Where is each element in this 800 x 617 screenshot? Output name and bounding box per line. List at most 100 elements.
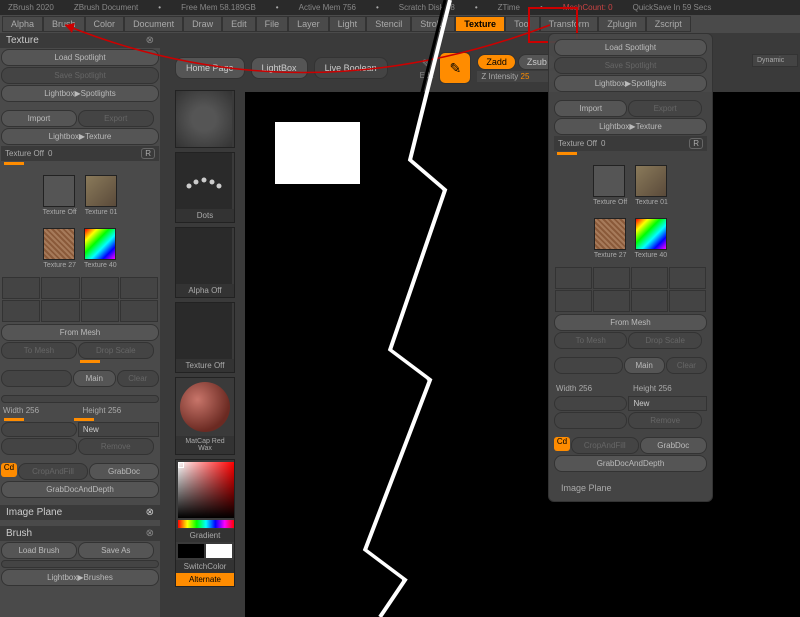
strip-colorpicker[interactable]: Gradient SwitchColor Alternate [175,459,235,587]
popup-load-spotlight[interactable]: Load Spotlight [554,39,707,56]
popup-grabdoc[interactable]: GrabDoc [640,437,708,454]
popup-export[interactable]: Export [628,100,701,117]
save-as-button[interactable]: Save As [78,542,154,559]
tool-icon-2[interactable] [41,277,79,299]
tool-icon-1[interactable] [2,277,40,299]
popup-swatch-27[interactable] [594,218,626,250]
grad-button[interactable] [1,370,72,387]
popup-import[interactable]: Import [554,100,627,117]
strip-alpha[interactable]: Alpha Off [175,227,235,298]
swatch-texture-40[interactable] [84,228,116,260]
edit-button[interactable]: Edit [420,71,434,80]
popup-tool-1[interactable] [555,267,592,289]
texture-off-slider[interactable]: Texture Off 0 R [1,146,159,161]
clone-button[interactable] [1,422,77,437]
to-mesh-button[interactable]: To Mesh [1,342,77,359]
swatch-texture-01[interactable] [85,175,117,207]
close-icon[interactable]: ⊗ [146,35,154,46]
menu-draw[interactable]: Draw [183,16,222,32]
palette-colors-button[interactable] [1,395,159,403]
menu-layer[interactable]: Layer [288,16,329,32]
popup-from-mesh[interactable]: From Mesh [554,314,707,331]
swatch-texture-off[interactable] [43,175,75,207]
drop-scale-button[interactable]: Drop Scale [78,342,154,359]
save-spotlight-button[interactable]: Save Spotlight [1,67,159,84]
menu-stroke[interactable]: Stroke [411,16,455,32]
tool-icon-3[interactable] [81,277,119,299]
tool-icon-8[interactable] [120,300,158,322]
menu-transform[interactable]: Transform [540,16,599,32]
lightbox-spotlights-button[interactable]: Lightbox▶Spotlights [1,85,159,102]
image-plane-header[interactable]: Image Plane ⊗ [0,505,160,520]
popup-grabdocdepth[interactable]: GrabDocAndDepth [554,455,707,472]
popup-tool-3[interactable] [631,267,668,289]
menu-stencil[interactable]: Stencil [366,16,411,32]
black-swatch[interactable] [178,544,204,558]
tool-icon-7[interactable] [81,300,119,322]
popup-swatch-off[interactable] [593,165,625,197]
popup-lightbox-texture[interactable]: Lightbox▶Texture [554,118,707,135]
menu-texture[interactable]: Texture [455,16,505,32]
tool-icon-5[interactable] [2,300,40,322]
menu-light[interactable]: Light [329,16,367,32]
popup-tool-8[interactable] [669,290,706,312]
canvas[interactable] [245,92,800,617]
from-mesh-button[interactable]: From Mesh [1,324,159,341]
swatch-texture-27[interactable] [43,228,75,260]
popup-save-spotlight[interactable]: Save Spotlight [554,57,707,74]
popup-tool-5[interactable] [555,290,592,312]
cropandfill-button[interactable]: CropAndFill [18,463,88,480]
popup-tool-2[interactable] [593,267,630,289]
zadd-button[interactable]: Zadd [477,54,516,70]
menu-color[interactable]: Color [85,16,125,32]
popup-clear[interactable]: Clear [666,357,707,374]
popup-tool-6[interactable] [593,290,630,312]
tool-icon-6[interactable] [41,300,79,322]
new-button[interactable]: New [78,422,159,437]
popup-texture-off-slider[interactable]: Texture Off 0 R [554,136,707,151]
menu-file[interactable]: File [256,16,289,32]
menu-zscript[interactable]: Zscript [646,16,691,32]
popup-cd[interactable]: Cd [554,437,570,451]
popup-tool-7[interactable] [631,290,668,312]
live-boolean-button[interactable]: Live Boolean [314,57,388,79]
menu-alpha[interactable]: Alpha [2,16,43,32]
alternate-button[interactable]: Alternate [176,573,234,586]
clear-button[interactable]: Clear [117,370,160,387]
lightbox-texture-button[interactable]: Lightbox▶Texture [1,128,159,145]
tool-icon-4[interactable] [120,277,158,299]
load-brush-button[interactable]: Load Brush [1,542,77,559]
strip-dots[interactable]: Dots [175,152,235,223]
popup-swatch-40[interactable] [635,218,667,250]
popup-drop-scale[interactable]: Drop Scale [628,332,701,349]
menu-edit[interactable]: Edit [222,16,256,32]
popup-main[interactable]: Main [624,357,665,374]
home-page-button[interactable]: Home Page [175,57,245,79]
main-button[interactable]: Main [73,370,116,387]
lightbox-brushes-button[interactable]: Lightbox▶Brushes [1,569,159,586]
reset-icon[interactable]: R [141,148,155,159]
remove-button[interactable]: Remove [78,438,154,455]
brush-slot[interactable] [1,560,159,568]
strip-texture[interactable]: Texture Off [175,302,235,373]
makealpha-button[interactable] [1,438,77,455]
menu-tool[interactable]: Tool [505,16,540,32]
white-swatch[interactable] [206,544,232,558]
menu-document[interactable]: Document [124,16,183,32]
close-icon[interactable]: ⊗ [146,528,154,539]
grabdocdepth-button[interactable]: GrabDocAndDepth [1,481,159,498]
menu-zplugin[interactable]: Zplugin [598,16,646,32]
strip-matcap[interactable]: MatCap Red Wax [175,377,235,455]
expand-icon[interactable]: ⊗ [146,507,154,518]
import-button[interactable]: Import [1,110,77,127]
menu-brush[interactable]: Brush [43,16,85,32]
popup-to-mesh[interactable]: To Mesh [554,332,627,349]
popup-lightbox-spotlights[interactable]: Lightbox▶Spotlights [554,75,707,92]
popup-image-plane[interactable]: Image Plane [553,479,708,497]
strip-brush[interactable] [175,90,235,148]
popup-tool-4[interactable] [669,267,706,289]
popup-new[interactable]: New [628,396,707,411]
draw-button[interactable]: ✎ [439,52,471,84]
grabdoc-button[interactable]: GrabDoc [89,463,159,480]
dynamic-button[interactable]: Dynamic [752,54,798,67]
